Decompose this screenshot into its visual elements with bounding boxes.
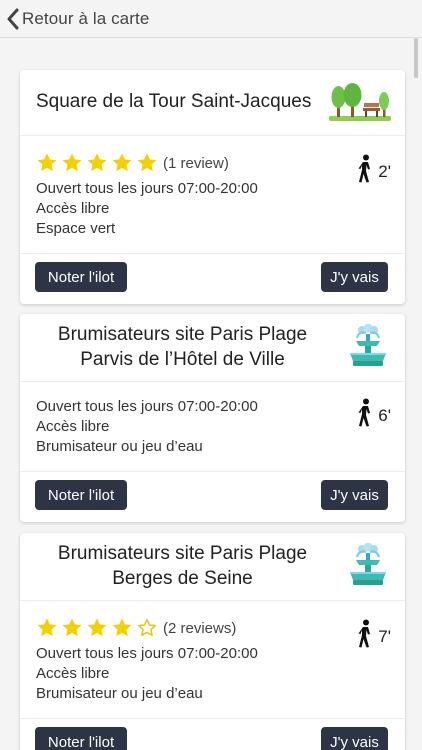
card-body: Ouvert tous les jours 07:00-20:00 Accès … (20, 382, 405, 472)
access-info: Accès libre (36, 200, 110, 217)
place-card[interactable]: Brumisateurs site Paris Plage Parvis de … (20, 314, 405, 522)
card-header: Brumisateurs site Paris Plage Berges de … (20, 533, 405, 601)
place-subtitle: Parvis de l’Hôtel de Ville (80, 349, 285, 370)
card-header: Brumisateurs site Paris Plage Parvis de … (20, 314, 405, 382)
walk-time-value: 6' (378, 405, 391, 425)
park-icon (329, 83, 391, 126)
rate-button[interactable]: Noter l'ilot (35, 480, 127, 510)
walk-time-value: 2' (378, 161, 391, 181)
go-button[interactable]: J'y vais (321, 262, 388, 292)
place-subtitle: Berges de Seine (112, 568, 253, 589)
star-rating: (1 review) (36, 152, 229, 174)
results-list[interactable]: Square de la Tour Saint-Jacques (1 revie… (0, 39, 422, 750)
walk-time: 6' (357, 398, 391, 433)
star-filled-icon (86, 152, 108, 174)
star-filled-icon (136, 152, 158, 174)
place-title: Brumisateurs site Paris Plage (57, 324, 308, 345)
category: Espace vert (36, 220, 116, 237)
back-label: Retour à la carte (22, 9, 150, 28)
category: Brumisateur ou jeu d’eau (36, 438, 203, 455)
walk-time-value: 7' (378, 626, 391, 646)
opening-hours: Ouvert tous les jours 07:00-20:00 (36, 645, 258, 662)
access-info: Accès libre (36, 418, 110, 435)
opening-hours: Ouvert tous les jours 07:00-20:00 (36, 180, 258, 197)
place-card[interactable]: Square de la Tour Saint-Jacques (1 revie… (20, 70, 405, 304)
card-header: Square de la Tour Saint-Jacques (20, 70, 405, 136)
fountain-icon (345, 542, 391, 594)
fountain-icon (345, 323, 391, 375)
place-card[interactable]: Brumisateurs site Paris Plage Berges de … (20, 533, 405, 750)
card-body: (1 review) Ouvert tous les jours 07:00-2… (20, 136, 405, 254)
star-rating: (2 reviews) (36, 617, 236, 639)
star-empty-icon (136, 617, 158, 639)
star-filled-icon (111, 152, 133, 174)
card-body: (2 reviews) Ouvert tous les jours 07:00-… (20, 601, 405, 719)
access-info: Accès libre (36, 665, 110, 682)
review-count[interactable]: (1 review) (163, 155, 229, 172)
opening-hours: Ouvert tous les jours 07:00-20:00 (36, 398, 258, 415)
card-actions: Noter l'ilot J'y vais (20, 472, 405, 522)
category: Brumisateur ou jeu d’eau (36, 685, 203, 702)
go-button[interactable]: J'y vais (321, 480, 388, 510)
review-count[interactable]: (2 reviews) (163, 620, 236, 637)
place-title: Square de la Tour Saint-Jacques (36, 91, 312, 112)
star-filled-icon (61, 617, 83, 639)
walk-time: 2' (357, 154, 391, 189)
rate-button[interactable]: Noter l'ilot (35, 262, 127, 292)
walk-time: 7' (357, 619, 391, 654)
top-bar: Retour à la carte (0, 0, 422, 38)
chevron-left-icon (6, 8, 20, 30)
go-button[interactable]: J'y vais (321, 727, 388, 750)
star-filled-icon (111, 617, 133, 639)
rate-button[interactable]: Noter l'ilot (35, 727, 127, 750)
card-actions: Noter l'ilot J'y vais (20, 254, 405, 304)
star-filled-icon (86, 617, 108, 639)
star-filled-icon (61, 152, 83, 174)
place-title: Brumisateurs site Paris Plage (57, 543, 308, 564)
star-filled-icon (36, 617, 58, 639)
pedestrian-icon (357, 154, 373, 189)
star-filled-icon (36, 152, 58, 174)
pedestrian-icon (357, 619, 373, 654)
card-actions: Noter l'ilot J'y vais (20, 719, 405, 750)
back-button[interactable]: Retour à la carte (6, 6, 149, 32)
pedestrian-icon (357, 398, 373, 433)
